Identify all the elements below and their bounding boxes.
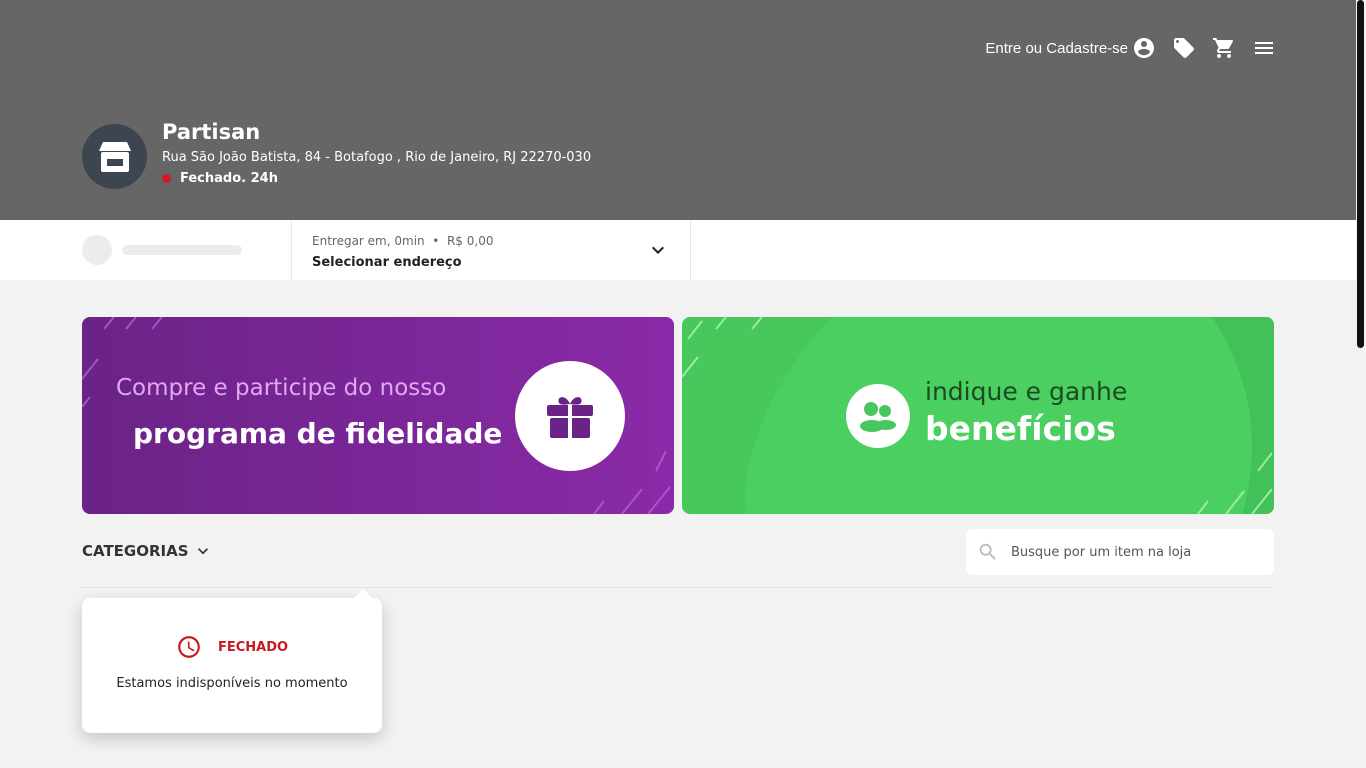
tag-icon[interactable] (1172, 36, 1196, 60)
item-search-box (966, 529, 1274, 575)
referral-banner[interactable]: indique e ganhe benefícios (682, 317, 1274, 514)
store-name: Partisan (162, 120, 261, 144)
cart-icon[interactable] (1212, 36, 1236, 60)
menu-icon[interactable] (1252, 36, 1276, 60)
gift-circle (515, 361, 625, 471)
delivery-bar: Entregar em, 0min • R$ 0,00 Selecionar e… (0, 220, 1356, 280)
store-avatar (82, 124, 147, 189)
store-info-block: Partisan Rua São João Batista, 84 - Bota… (82, 117, 591, 189)
gift-icon (547, 397, 593, 438)
loyalty-banner-line1: Compre e participe do nosso (116, 375, 447, 401)
loyalty-banner-line2: programa de fidelidade (133, 417, 503, 450)
store-address: Rua São João Batista, 84 - Botafogo , Ri… (162, 150, 592, 165)
card-pointer (353, 589, 373, 599)
scrollbar-thumb[interactable] (1357, 0, 1364, 348)
select-address-label: Selecionar endereço (312, 255, 462, 270)
section-divider (82, 587, 1274, 588)
categories-dropdown[interactable]: CATEGORIAS (82, 541, 213, 561)
loading-placeholder-circle (82, 235, 112, 265)
login-label: Entre ou Cadastre-se (985, 39, 1128, 57)
store-icon (98, 141, 131, 172)
categories-label: CATEGORIAS (82, 542, 189, 560)
chevron-down-icon (197, 548, 208, 555)
login-button[interactable]: Entre ou Cadastre-se (985, 36, 1156, 60)
store-status: Fechado. 24h (162, 171, 591, 186)
referral-banner-line2: benefícios (925, 409, 1116, 448)
delivery-estimate: Entregar em, 0min • R$ 0,00 (312, 234, 494, 248)
chevron-down-icon (652, 246, 664, 254)
people-circle (846, 384, 910, 448)
loyalty-program-banner[interactable]: Compre e participe do nosso programa de … (82, 317, 674, 514)
account-circle-icon (1134, 38, 1154, 58)
search-input[interactable] (1011, 544, 1251, 560)
store-header: Entre ou Cadastre-se Partisan Rua São Jo… (0, 0, 1366, 220)
closed-message: Estamos indisponíveis no momento (116, 676, 348, 691)
store-closed-card: FECHADO Estamos indisponíveis no momento (82, 589, 382, 733)
loading-placeholder-line (122, 245, 242, 255)
address-selector[interactable]: Entregar em, 0min • R$ 0,00 Selecionar e… (291, 220, 691, 280)
clock-icon (178, 636, 200, 658)
top-navigation: Entre ou Cadastre-se (985, 34, 1276, 62)
store-status-text: Fechado. 24h (180, 171, 278, 186)
referral-banner-line1: indique e ganhe (925, 377, 1128, 406)
scrollbar[interactable] (1356, 0, 1366, 768)
search-icon (979, 543, 996, 560)
people-icon (860, 402, 896, 432)
closed-title: FECHADO (217, 639, 289, 655)
status-dot (162, 174, 171, 183)
